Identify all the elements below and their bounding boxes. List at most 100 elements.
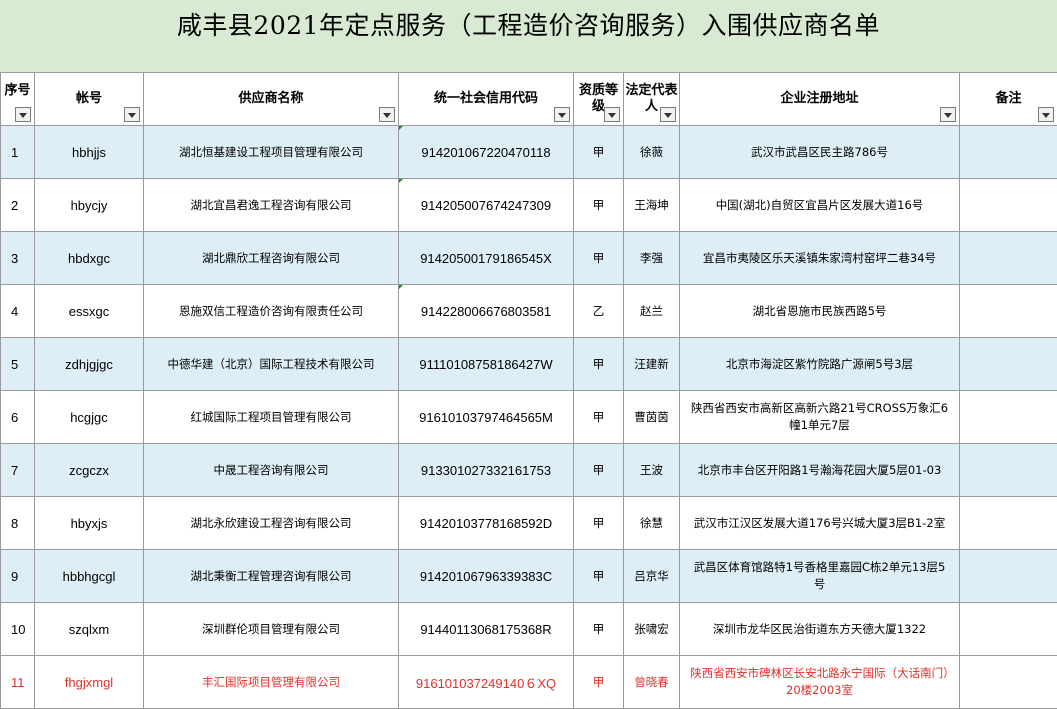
cell-note[interactable] bbox=[959, 549, 1057, 603]
cell-grade[interactable]: 甲 bbox=[573, 602, 624, 656]
cell-rep[interactable]: 王波 bbox=[623, 443, 680, 497]
cell-account[interactable]: szqlxm bbox=[34, 602, 144, 656]
cell-note[interactable] bbox=[959, 602, 1057, 656]
cell-note[interactable] bbox=[959, 655, 1057, 709]
cell-note[interactable] bbox=[959, 284, 1057, 338]
cell-rep[interactable]: 徐薇 bbox=[623, 125, 680, 179]
cell-rep[interactable]: 王海坤 bbox=[623, 178, 680, 232]
cell-name[interactable]: 湖北永欣建设工程咨询有限公司 bbox=[143, 496, 399, 550]
cell-address[interactable]: 武汉市江汉区发展大道176号兴城大厦3层B1-2室 bbox=[679, 496, 960, 550]
cell-name[interactable]: 湖北宜昌君逸工程咨询有限公司 bbox=[143, 178, 399, 232]
cell-grade[interactable]: 甲 bbox=[573, 443, 624, 497]
cell-code[interactable]: 913301027332161753 bbox=[398, 443, 574, 497]
cell-name[interactable]: 湖北秉衡工程管理咨询有限公司 bbox=[143, 549, 399, 603]
dropdown-filter-icon[interactable] bbox=[379, 107, 395, 122]
cell-address[interactable]: 武汉市武昌区民主路786号 bbox=[679, 125, 960, 179]
dropdown-filter-icon[interactable] bbox=[124, 107, 140, 122]
cell-idx[interactable]: 8 bbox=[0, 496, 35, 550]
cell-address[interactable]: 陕西省西安市高新区高新六路21号CROSS万象汇6幢1单元7层 bbox=[679, 390, 960, 444]
cell-address[interactable]: 陕西省西安市碑林区长安北路永宁国际（大话南门）20楼2003室 bbox=[679, 655, 960, 709]
cell-rep[interactable]: 徐慧 bbox=[623, 496, 680, 550]
cell-address[interactable]: 中国(湖北)自贸区宜昌片区发展大道16号 bbox=[679, 178, 960, 232]
cell-note[interactable] bbox=[959, 496, 1057, 550]
cell-note[interactable] bbox=[959, 390, 1057, 444]
cell-note[interactable] bbox=[959, 337, 1057, 391]
cell-grade[interactable]: 甲 bbox=[573, 178, 624, 232]
cell-idx[interactable]: 5 bbox=[0, 337, 35, 391]
cell-grade[interactable]: 乙 bbox=[573, 284, 624, 338]
table-row: 7 zcgczx 中晟工程咨询有限公司 913301027332161753 甲… bbox=[0, 443, 1057, 497]
cell-account[interactable]: hbbhgcgl bbox=[34, 549, 144, 603]
cell-name[interactable]: 湖北恒基建设工程项目管理有限公司 bbox=[143, 125, 399, 179]
dropdown-filter-icon[interactable] bbox=[1038, 107, 1054, 122]
cell-idx[interactable]: 6 bbox=[0, 390, 35, 444]
header-row: 序号 帐号 供应商名称 统一社会信用代码 资质等级 法定代表人 企业注册地址 备… bbox=[0, 72, 1057, 126]
cell-account[interactable]: hbyxjs bbox=[34, 496, 144, 550]
cell-grade[interactable]: 甲 bbox=[573, 390, 624, 444]
cell-code[interactable]: 914228006676803581 bbox=[398, 284, 574, 338]
cell-address[interactable]: 武昌区体育馆路特1号香格里嘉园C栋2单元13层5号 bbox=[679, 549, 960, 603]
cell-name[interactable]: 中晟工程咨询有限公司 bbox=[143, 443, 399, 497]
cell-account[interactable]: zdhjgjgc bbox=[34, 337, 144, 391]
cell-name[interactable]: 中德华建（北京）国际工程技术有限公司 bbox=[143, 337, 399, 391]
table-row: 10 szqlxm 深圳群伦项目管理有限公司 91440113068175368… bbox=[0, 602, 1057, 656]
cell-note[interactable] bbox=[959, 178, 1057, 232]
cell-code[interactable]: 91110108758186427W bbox=[398, 337, 574, 391]
cell-idx[interactable]: 9 bbox=[0, 549, 35, 603]
cell-account[interactable]: essxgc bbox=[34, 284, 144, 338]
cell-note[interactable] bbox=[959, 443, 1057, 497]
cell-grade[interactable]: 甲 bbox=[573, 125, 624, 179]
cell-code[interactable]: 91420500179186545X bbox=[398, 231, 574, 285]
cell-rep[interactable]: 张啸宏 bbox=[623, 602, 680, 656]
cell-code[interactable]: 91610103797464565M bbox=[398, 390, 574, 444]
cell-grade[interactable]: 甲 bbox=[573, 231, 624, 285]
cell-address[interactable]: 北京市海淀区紫竹院路广源闸5号3层 bbox=[679, 337, 960, 391]
dropdown-filter-icon[interactable] bbox=[554, 107, 570, 122]
cell-name[interactable]: 深圳群伦项目管理有限公司 bbox=[143, 602, 399, 656]
cell-name[interactable]: 恩施双信工程造价咨询有限责任公司 bbox=[143, 284, 399, 338]
cell-account[interactable]: hcgjgc bbox=[34, 390, 144, 444]
cell-idx[interactable]: 4 bbox=[0, 284, 35, 338]
cell-code[interactable]: 914205007674247309 bbox=[398, 178, 574, 232]
cell-rep[interactable]: 李强 bbox=[623, 231, 680, 285]
cell-name[interactable]: 湖北鼎欣工程咨询有限公司 bbox=[143, 231, 399, 285]
cell-idx[interactable]: 7 bbox=[0, 443, 35, 497]
cell-account[interactable]: hbycjy bbox=[34, 178, 144, 232]
cell-rep[interactable]: 赵兰 bbox=[623, 284, 680, 338]
header-name-label: 供应商名称 bbox=[238, 91, 304, 106]
cell-code[interactable]: 916101037249140６XQ bbox=[398, 655, 574, 709]
dropdown-filter-icon[interactable] bbox=[15, 107, 31, 122]
cell-address[interactable]: 北京市丰台区开阳路1号瀚海花园大厦5层01-03 bbox=[679, 443, 960, 497]
cell-address[interactable]: 宜昌市夷陵区乐天溪镇朱家湾村窑坪二巷34号 bbox=[679, 231, 960, 285]
cell-idx[interactable]: 1 bbox=[0, 125, 35, 179]
cell-idx[interactable]: 10 bbox=[0, 602, 35, 656]
cell-account[interactable]: zcgczx bbox=[34, 443, 144, 497]
cell-idx[interactable]: 2 bbox=[0, 178, 35, 232]
cell-grade[interactable]: 甲 bbox=[573, 496, 624, 550]
cell-idx[interactable]: 3 bbox=[0, 231, 35, 285]
cell-note[interactable] bbox=[959, 125, 1057, 179]
cell-rep[interactable]: 曾晓春 bbox=[623, 655, 680, 709]
cell-account[interactable]: fhgjxmgl bbox=[34, 655, 144, 709]
cell-name[interactable]: 丰汇国际项目管理有限公司 bbox=[143, 655, 399, 709]
cell-note[interactable] bbox=[959, 231, 1057, 285]
cell-code[interactable]: 91420106796339383C bbox=[398, 549, 574, 603]
cell-grade[interactable]: 甲 bbox=[573, 655, 624, 709]
dropdown-filter-icon[interactable] bbox=[660, 107, 676, 122]
cell-address[interactable]: 湖北省恩施市民族西路5号 bbox=[679, 284, 960, 338]
cell-address[interactable]: 深圳市龙华区民治街道东方天德大厦1322 bbox=[679, 602, 960, 656]
cell-grade[interactable]: 甲 bbox=[573, 549, 624, 603]
cell-rep[interactable]: 吕京华 bbox=[623, 549, 680, 603]
cell-rep[interactable]: 曹茵茵 bbox=[623, 390, 680, 444]
cell-idx[interactable]: 11 bbox=[0, 655, 35, 709]
cell-rep[interactable]: 汪建新 bbox=[623, 337, 680, 391]
cell-name[interactable]: 红城国际工程项目管理有限公司 bbox=[143, 390, 399, 444]
cell-account[interactable]: hbdxgc bbox=[34, 231, 144, 285]
dropdown-filter-icon[interactable] bbox=[940, 107, 956, 122]
cell-account[interactable]: hbhjjs bbox=[34, 125, 144, 179]
cell-code[interactable]: 91440113068175368R bbox=[398, 602, 574, 656]
cell-code[interactable]: 914201067220470118 bbox=[398, 125, 574, 179]
cell-code[interactable]: 91420103778168592D bbox=[398, 496, 574, 550]
cell-grade[interactable]: 甲 bbox=[573, 337, 624, 391]
dropdown-filter-icon[interactable] bbox=[604, 107, 620, 122]
